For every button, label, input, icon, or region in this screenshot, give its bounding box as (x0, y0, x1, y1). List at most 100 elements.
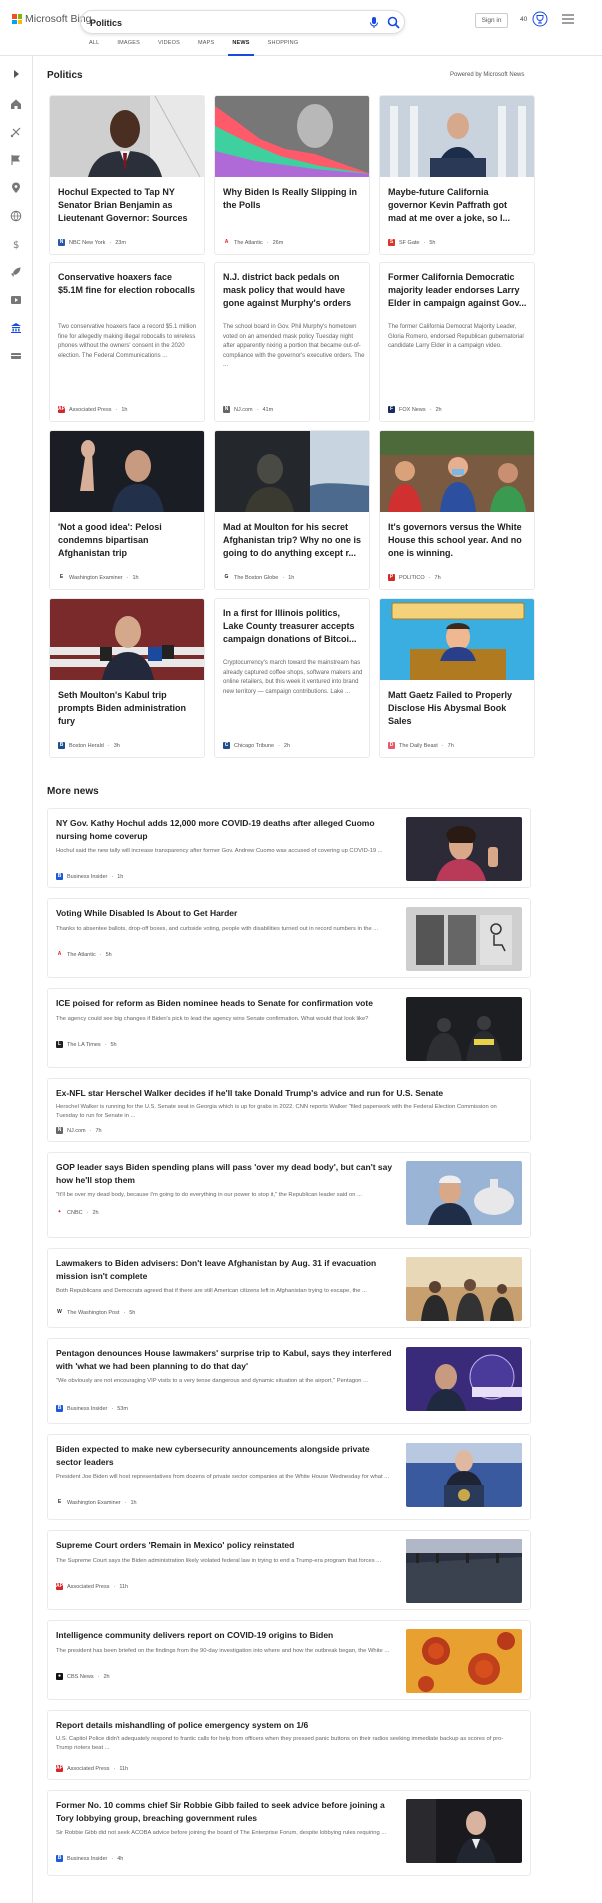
news-list-item[interactable]: Voting While Disabled Is About to Get Ha… (47, 898, 531, 978)
item-title[interactable]: Biden expected to make new cybersecurity… (56, 1443, 396, 1468)
search-icon[interactable] (387, 16, 400, 29)
news-card[interactable]: Mad at Moulton for his secret Afghanista… (214, 430, 370, 590)
card-source: B Boston Herald · 3h (58, 742, 120, 749)
flag-icon[interactable] (10, 154, 22, 166)
card-source: N NJ.com · 41m (223, 406, 274, 413)
news-card[interactable]: Why Biden Is Really Slipping in the Poll… (214, 95, 370, 255)
item-title[interactable]: Report details mishandling of police eme… (56, 1719, 516, 1732)
news-list-item[interactable]: Report details mishandling of police eme… (47, 1710, 531, 1780)
powered-by-label[interactable]: Powered by Microsoft News (450, 72, 524, 78)
card-title[interactable]: Mad at Moulton for his secret Afghanista… (223, 521, 363, 560)
item-snippet: Thanks to absentee ballots, drop-off box… (56, 926, 379, 932)
news-list-item[interactable]: NY Gov. Kathy Hochul adds 12,000 more CO… (47, 808, 531, 888)
news-list-item[interactable]: GOP leader says Biden spending plans wil… (47, 1152, 531, 1238)
card-title[interactable]: Former California Democratic majority le… (388, 271, 528, 310)
source-name: Associated Press (69, 406, 112, 413)
car-icon[interactable] (10, 350, 22, 362)
source-name: SF Gate (399, 239, 420, 246)
news-card[interactable]: Seth Moulton's Kabul trip prompts Biden … (49, 598, 205, 758)
news-card[interactable]: Matt Gaetz Failed to Properly Disclose H… (379, 598, 535, 758)
tab-shopping[interactable]: SHOPPING (259, 39, 308, 56)
source-logo-icon: E (56, 1499, 63, 1506)
news-list-item[interactable]: Ex-NFL star Herschel Walker decides if h… (47, 1078, 531, 1142)
rewards-points[interactable]: 40 (520, 16, 527, 23)
news-list-item[interactable]: ICE poised for reform as Biden nominee h… (47, 988, 531, 1068)
tab-all[interactable]: ALL (80, 39, 108, 56)
source-name: Business Insider (67, 1855, 108, 1862)
card-title[interactable]: Conservative hoaxers face $5.1M fine for… (58, 271, 198, 297)
tab-images[interactable]: IMAGES (108, 39, 149, 56)
news-list-item[interactable]: Pentagon denounces House lawmakers' surp… (47, 1338, 531, 1424)
news-list-item[interactable]: Lawmakers to Biden advisers: Don't leave… (47, 1248, 531, 1328)
card-image (215, 96, 369, 177)
microphone-icon[interactable] (368, 16, 380, 29)
news-card[interactable]: In a first for Illinois politics, Lake C… (214, 598, 370, 758)
money-icon[interactable]: $ (10, 238, 22, 250)
item-thumbnail (406, 817, 522, 881)
news-card[interactable]: 'Not a good idea': Pelosi condemns bipar… (49, 430, 205, 590)
card-title[interactable]: Maybe-future California governor Kevin P… (388, 186, 528, 225)
source-name: NJ.com (234, 406, 253, 413)
card-title[interactable]: 'Not a good idea': Pelosi condemns bipar… (58, 521, 198, 560)
item-title[interactable]: ICE poised for reform as Biden nominee h… (56, 997, 396, 1010)
item-snippet: The Supreme Court says the Biden adminis… (56, 1558, 382, 1564)
source-name: The Daily Beast (399, 742, 438, 749)
location-pin-icon[interactable] (10, 182, 22, 194)
card-title[interactable]: Seth Moulton's Kabul trip prompts Biden … (58, 689, 198, 728)
tab-news[interactable]: NEWS (223, 39, 258, 56)
item-source: N NJ.com · 7h (56, 1127, 102, 1134)
news-list-item[interactable]: Supreme Court orders 'Remain in Mexico' … (47, 1530, 531, 1610)
news-card[interactable]: It's governors versus the White House th… (379, 430, 535, 590)
card-title[interactable]: Matt Gaetz Failed to Properly Disclose H… (388, 689, 528, 728)
rocket-icon[interactable] (10, 266, 22, 278)
card-title[interactable]: Why Biden Is Really Slipping in the Poll… (223, 186, 363, 212)
item-title[interactable]: Ex-NFL star Herschel Walker decides if h… (56, 1087, 516, 1100)
card-snippet: Cryptocurrency's march toward the mainst… (223, 660, 363, 695)
news-card[interactable]: Maybe-future California governor Kevin P… (379, 95, 535, 255)
item-title[interactable]: Lawmakers to Biden advisers: Don't leave… (56, 1257, 396, 1282)
source-logo-icon: N (56, 1127, 63, 1134)
news-list-item[interactable]: Former No. 10 comms chief Sir Robbie Gib… (47, 1790, 531, 1876)
search-input[interactable] (90, 15, 350, 30)
news-list-item[interactable]: Biden expected to make new cybersecurity… (47, 1434, 531, 1520)
video-icon[interactable] (10, 294, 22, 306)
tab-videos[interactable]: VIDEOS (149, 39, 189, 56)
home-icon[interactable] (10, 98, 22, 110)
tab-maps[interactable]: MAPS (189, 39, 223, 56)
hamburger-menu-icon[interactable] (562, 14, 574, 24)
item-snippet: "We obviously are not encouraging VIP vi… (56, 1378, 368, 1384)
source-name: Washington Examiner (69, 574, 123, 581)
item-title[interactable]: Pentagon denounces House lawmakers' surp… (56, 1347, 396, 1372)
government-building-icon[interactable] (10, 322, 22, 334)
item-title[interactable]: NY Gov. Kathy Hochul adds 12,000 more CO… (56, 817, 396, 842)
news-list-item[interactable]: Intelligence community delivers report o… (47, 1620, 531, 1700)
item-title[interactable]: Intelligence community delivers report o… (56, 1629, 396, 1642)
sports-icon[interactable] (10, 126, 22, 138)
source-logo-icon: L (56, 1041, 63, 1048)
item-title[interactable]: Former No. 10 comms chief Sir Robbie Gib… (56, 1799, 396, 1824)
card-title[interactable]: It's governors versus the White House th… (388, 521, 528, 560)
top-header: Microsoft Bing Sign in 40 ALL IMAGES VID… (0, 0, 602, 56)
source-name: The LA Times (67, 1041, 101, 1048)
news-card[interactable]: Hochul Expected to Tap NY Senator Brian … (49, 95, 205, 255)
item-title[interactable]: Voting While Disabled Is About to Get Ha… (56, 907, 396, 920)
rewards-trophy-icon[interactable] (532, 11, 548, 27)
source-time: 5h (129, 1309, 136, 1316)
news-card[interactable]: N.J. district back pedals on mask policy… (214, 262, 370, 422)
card-title[interactable]: In a first for Illinois politics, Lake C… (223, 607, 363, 646)
globe-icon[interactable] (10, 210, 22, 222)
sign-in-button[interactable]: Sign in (475, 13, 508, 28)
card-source: N NBC New York · 23m (58, 239, 126, 246)
news-card[interactable]: Conservative hoaxers face $5.1M fine for… (49, 262, 205, 422)
item-title[interactable]: GOP leader says Biden spending plans wil… (56, 1161, 396, 1186)
news-card[interactable]: Former California Democratic majority le… (379, 262, 535, 422)
expand-arrow-icon[interactable] (10, 68, 22, 80)
source-name: The Atlantic (67, 951, 96, 958)
card-title[interactable]: Hochul Expected to Tap NY Senator Brian … (58, 186, 198, 225)
card-title[interactable]: N.J. district back pedals on mask policy… (223, 271, 363, 310)
item-title[interactable]: Supreme Court orders 'Remain in Mexico' … (56, 1539, 396, 1552)
item-snippet: The president has been briefed on the fi… (56, 1648, 390, 1654)
card-image (50, 96, 204, 177)
search-box[interactable] (80, 10, 405, 34)
card-source: P POLITICO · 7h (388, 574, 441, 581)
